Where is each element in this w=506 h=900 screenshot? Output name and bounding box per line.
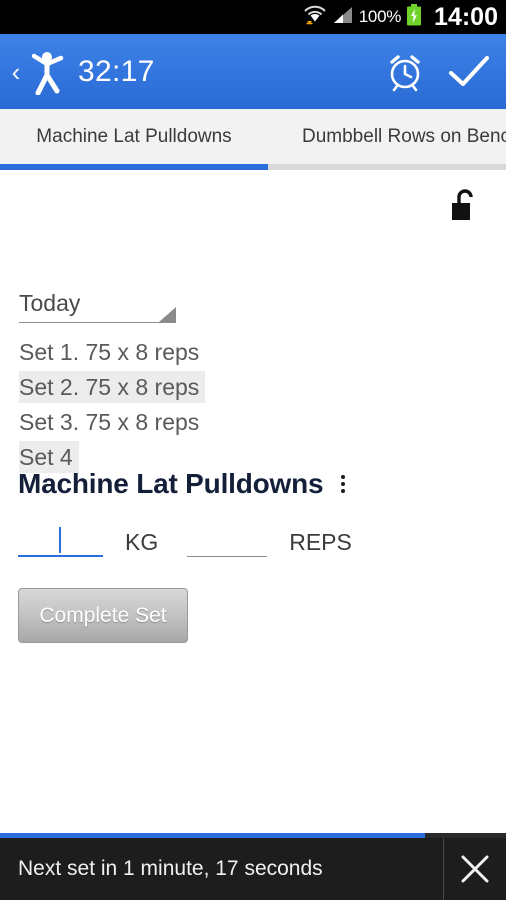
close-x-icon[interactable]	[444, 838, 506, 900]
complete-set-button[interactable]: Complete Set	[18, 588, 188, 643]
list-item[interactable]: Set 3. 75 x 8 reps	[19, 406, 349, 441]
dropdown-caret-icon	[159, 307, 176, 322]
main-content: Today Set 1. 75 x 8 reps Set 2. 75 x 8 r…	[0, 170, 506, 863]
date-selector-value: Today	[19, 290, 81, 316]
exercise-tabs: Machine Lat Pulldowns Dumbbell Rows on B…	[0, 109, 506, 164]
set-entry-row: KG REPS	[18, 525, 352, 557]
date-selector[interactable]: Today	[19, 290, 176, 323]
weight-unit-label: KG	[125, 529, 159, 555]
vertical-dots-icon[interactable]	[335, 471, 351, 497]
status-bar: 100% 14:00	[0, 0, 506, 34]
checkmark-icon[interactable]	[446, 49, 492, 95]
tab-label: Machine Lat Pulldowns	[36, 125, 232, 147]
status-bar-icons: 100% 14:00	[303, 3, 498, 32]
set-history-text: Set 3. 75 x 8 reps	[19, 409, 200, 435]
list-item[interactable]: Set 2. 75 x 8 reps	[19, 371, 349, 406]
tab-machine-lat-pulldowns[interactable]: Machine Lat Pulldowns	[0, 109, 268, 164]
action-bar: ‹ 32:17	[0, 34, 506, 109]
weightlifter-icon[interactable]	[28, 49, 66, 95]
rest-timer-bar: Next set in 1 minute, 17 seconds	[0, 838, 506, 900]
cell-signal-icon	[332, 5, 354, 30]
tab-dumbbell-rows-on-bench[interactable]: Dumbbell Rows on Bench	[268, 109, 506, 164]
alarm-clock-icon[interactable]	[382, 49, 428, 95]
set-history-text: Set 1. 75 x 8 reps	[19, 339, 200, 365]
back-button[interactable]: ‹	[6, 59, 26, 85]
status-bar-clock: 14:00	[434, 2, 498, 31]
reps-label: REPS	[289, 529, 352, 555]
set-history-text: Set 2. 75 x 8 reps	[19, 371, 206, 403]
rest-timer-message: Next set in 1 minute, 17 seconds	[18, 857, 323, 880]
reps-input[interactable]	[187, 526, 268, 557]
wifi-icon	[303, 5, 327, 30]
weight-input[interactable]	[18, 525, 103, 557]
page-title: Machine Lat Pulldowns	[18, 468, 324, 499]
workout-timer: 32:17	[78, 54, 155, 88]
list-item[interactable]: Set 1. 75 x 8 reps	[19, 336, 349, 371]
battery-percent-label: 100%	[358, 7, 402, 26]
open-padlock-icon[interactable]	[450, 188, 480, 222]
set-history-list: Set 1. 75 x 8 reps Set 2. 75 x 8 reps Se…	[19, 336, 349, 476]
tab-label: Dumbbell Rows on Bench	[302, 125, 506, 147]
exercise-title-row: Machine Lat Pulldowns	[18, 468, 496, 500]
date-selector-underline	[19, 307, 176, 323]
battery-charging-icon	[406, 3, 422, 31]
text-caret	[59, 527, 61, 553]
